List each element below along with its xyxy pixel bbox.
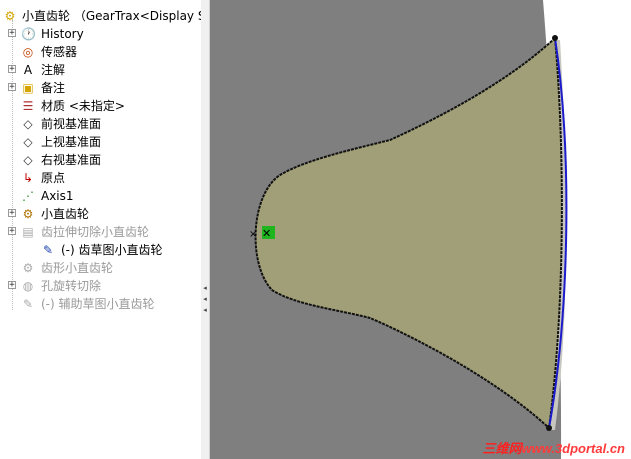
- watermark-cn: 三维网: [482, 441, 522, 456]
- tree-item-label: 原点: [41, 171, 66, 185]
- origin-icon: ↳: [22, 171, 34, 185]
- tree-item[interactable]: ◇ 右视基准面: [0, 151, 201, 169]
- tree-item-label: 注解: [41, 63, 66, 77]
- expand-toggle[interactable]: +: [8, 65, 16, 74]
- tree-item[interactable]: ⚙ 齿形小直齿轮: [0, 259, 201, 277]
- expand-toggle[interactable]: +: [8, 83, 16, 92]
- sketch-icon: ✎: [42, 243, 54, 257]
- plane-icon: ◇: [23, 117, 33, 131]
- sketch-icon: ✎: [22, 297, 34, 311]
- plane-icon: ◇: [23, 153, 33, 167]
- tree-item-label: History: [41, 27, 84, 41]
- expand-toggle[interactable]: +: [8, 281, 16, 290]
- tree-item-label: 传感器: [41, 45, 78, 59]
- tree-item[interactable]: ◇ 上视基准面: [0, 133, 201, 151]
- plane-icon: ◇: [23, 135, 33, 149]
- tree-item-label: (-) 辅助草图小直齿轮: [41, 297, 155, 311]
- tree-item[interactable]: + A 注解: [0, 61, 201, 79]
- svg-text:✕: ✕: [262, 227, 271, 240]
- collapse-panel-handle[interactable]: ◂ ◂ ◂: [202, 283, 208, 317]
- tree-item[interactable]: ✎ (-) 齿草图小直齿轮: [0, 241, 201, 259]
- axis-icon: ⋰: [22, 189, 34, 203]
- gear-body-icon: ⚙: [22, 207, 34, 221]
- watermark: 三维网www.3dportal.cn: [482, 438, 625, 457]
- tree-item-label: (-) 齿草图小直齿轮: [61, 243, 163, 257]
- tree-item-label: 上视基准面: [41, 135, 102, 149]
- tree-item-label: 孔旋转切除: [41, 279, 102, 293]
- tree-root[interactable]: ⚙ 小直齿轮 （GearTrax<Display S: [0, 7, 201, 25]
- graphics-viewport[interactable]: ✕ × 三维网www.3dportal.cn: [210, 0, 631, 459]
- tree-item-label: 右视基准面: [41, 153, 102, 167]
- material-icon: ☰: [22, 99, 34, 113]
- notes-icon: ▣: [22, 81, 34, 95]
- history-icon: 🕐: [21, 27, 36, 41]
- tree-item[interactable]: ◇ 前视基准面: [0, 115, 201, 133]
- expand-toggle[interactable]: +: [8, 209, 16, 218]
- tree-item[interactable]: + ⚙ 小直齿轮: [0, 205, 201, 223]
- tree-item[interactable]: ☰ 材质 <未指定>: [0, 97, 201, 115]
- tree-root-label: 小直齿轮 （GearTrax<Display S: [22, 9, 202, 23]
- tree-item[interactable]: + ▤ 齿拉伸切除小直齿轮: [0, 223, 201, 241]
- annotation-icon: A: [23, 63, 33, 77]
- pattern-icon: ⚙: [22, 261, 34, 275]
- expand-toggle[interactable]: +: [8, 29, 16, 38]
- tree-item-label: 材质 <未指定>: [41, 99, 125, 113]
- tree-item-label: 备注: [41, 81, 66, 95]
- gear-tooth-view: ✕ ×: [210, 0, 568, 459]
- tree-item-label: 齿形小直齿轮: [41, 261, 114, 275]
- expand-toggle[interactable]: +: [8, 227, 16, 236]
- watermark-url: www.3dportal.cn: [521, 441, 625, 456]
- part-icon: ⚙: [4, 9, 16, 23]
- sketch-point-top: [552, 35, 558, 41]
- tree-item-label: Axis1: [41, 189, 74, 203]
- tree-item[interactable]: + 🕐 History: [0, 25, 201, 43]
- tree-item-label: 小直齿轮: [41, 207, 90, 221]
- tree-item[interactable]: ⋰ Axis1: [0, 187, 201, 205]
- tree-item[interactable]: ↳ 原点: [0, 169, 201, 187]
- revolve-cut-icon: ◍: [22, 279, 34, 293]
- svg-text:×: ×: [249, 229, 257, 240]
- tree-item[interactable]: ✎ (-) 辅助草图小直齿轮: [0, 295, 201, 313]
- tree-item-label: 前视基准面: [41, 117, 102, 131]
- feature-manager-tree: ⚙ 小直齿轮 （GearTrax<Display S + 🕐 History ◎ 传感器…: [0, 0, 202, 459]
- panel-splitter[interactable]: [201, 0, 210, 459]
- tree-item[interactable]: + ◍ 孔旋转切除: [0, 277, 201, 295]
- tree-item[interactable]: + ▣ 备注: [0, 79, 201, 97]
- sensor-icon: ◎: [22, 45, 34, 59]
- tree-item[interactable]: ◎ 传感器: [0, 43, 201, 61]
- sketch-point-bottom: [546, 425, 552, 431]
- tree-item-label: 齿拉伸切除小直齿轮: [41, 225, 150, 239]
- extrude-cut-icon: ▤: [22, 225, 34, 239]
